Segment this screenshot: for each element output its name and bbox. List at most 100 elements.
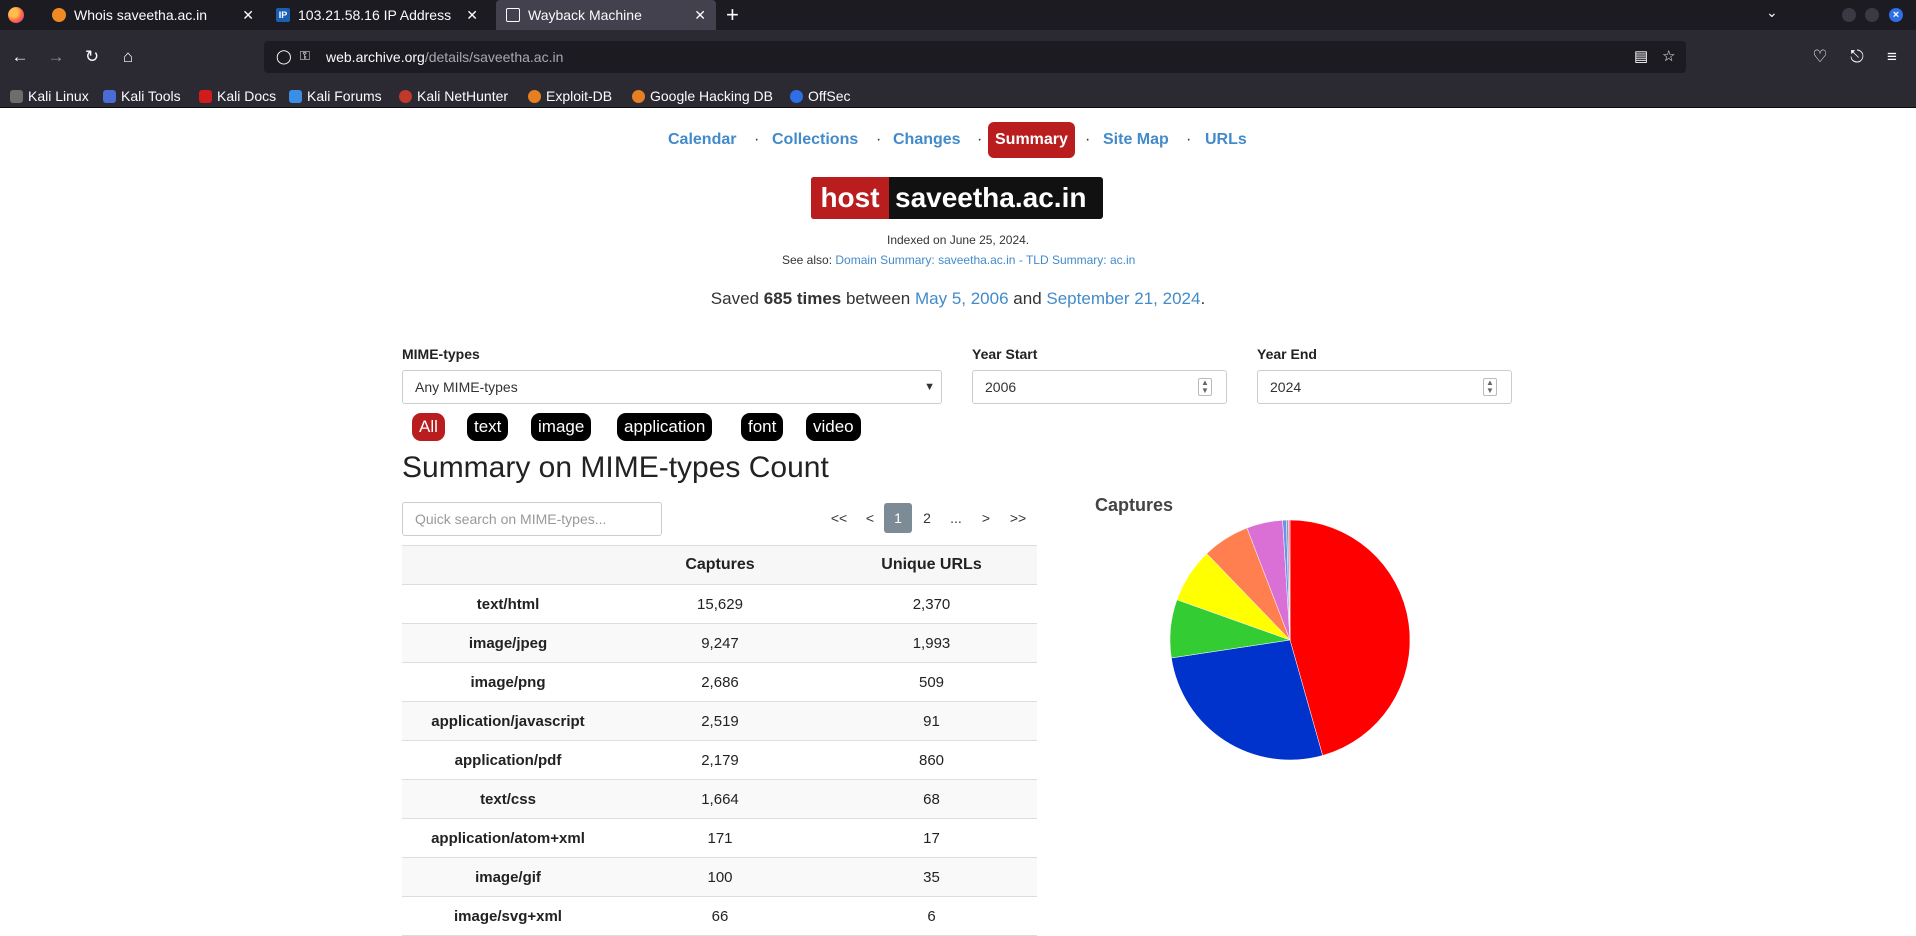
cell-unique-urls: 860	[826, 740, 1037, 780]
nav-site-map[interactable]: Site Map	[1103, 131, 1169, 149]
tab-whois[interactable]: Whois saveetha.ac.in ✕	[42, 0, 264, 30]
app-menu-icon[interactable]: ≡	[1880, 45, 1904, 69]
pocket-icon[interactable]: ♡	[1808, 45, 1832, 69]
home-icon[interactable]: ⌂	[116, 45, 140, 69]
lock-icon[interactable]: ⚿	[300, 48, 310, 64]
chip-all[interactable]: All	[412, 413, 445, 441]
tld-summary-link[interactable]: TLD Summary: ac.in	[1026, 253, 1135, 267]
bookmark-kali-linux[interactable]: Kali Linux	[10, 87, 89, 105]
pager-first[interactable]: <<	[826, 503, 852, 533]
column-header-unique-urls[interactable]: Unique URLs	[826, 545, 1037, 585]
year-start-input[interactable]: 2006 ▲ ▼	[972, 370, 1227, 404]
host-label: host	[811, 177, 889, 219]
year-end-input[interactable]: 2024 ▲ ▼	[1257, 370, 1512, 404]
list-all-tabs-icon[interactable]: ⌄	[1766, 4, 1778, 21]
cell-mime-type: application/atom+xml	[402, 818, 614, 858]
nav-urls[interactable]: URLs	[1205, 131, 1247, 149]
cell-mime-type: application/javascript	[402, 701, 614, 741]
back-arrow-icon[interactable]: ←	[8, 45, 32, 69]
bookmark-star-icon[interactable]: ☆	[1662, 47, 1675, 65]
indexed-date: Indexed on June 25, 2024.	[887, 233, 1030, 247]
year-start-label: Year Start	[972, 346, 1038, 362]
tab-close-icon[interactable]: ✕	[694, 0, 706, 30]
nav-calendar[interactable]: Calendar	[668, 131, 736, 149]
kali-tools-icon	[103, 90, 116, 103]
cell-captures: 2,519	[614, 701, 826, 741]
tab-close-icon[interactable]: ✕	[242, 0, 254, 30]
bookmark-offsec[interactable]: OffSec	[790, 87, 851, 105]
saved-between: between	[845, 289, 911, 308]
tab-ip-address[interactable]: IP 103.21.58.16 IP Address G ✕	[266, 0, 488, 30]
pager-next[interactable]: >	[976, 503, 996, 533]
bookmark-kali-nethunter[interactable]: Kali NetHunter	[399, 87, 508, 105]
bookmark-kali-forums[interactable]: Kali Forums	[289, 87, 382, 105]
tab-title: Wayback Machine	[528, 7, 642, 23]
offsec-icon	[790, 90, 803, 103]
reader-view-icon[interactable]: ▤	[1634, 47, 1648, 65]
nav-collections[interactable]: Collections	[772, 131, 858, 149]
maximize-window-icon[interactable]	[1865, 8, 1879, 22]
table-row: application/pdf 2,179 860	[402, 740, 1037, 780]
minimize-window-icon[interactable]	[1842, 8, 1856, 22]
close-window-icon[interactable]: ×	[1889, 8, 1903, 22]
last-capture-link[interactable]: September 21, 2024	[1046, 289, 1200, 308]
chip-video[interactable]: video	[806, 413, 861, 441]
firefox-menu-icon[interactable]	[8, 7, 24, 23]
pager-last[interactable]: >>	[1004, 503, 1032, 533]
forward-arrow-icon[interactable]: →	[44, 45, 68, 69]
chip-font[interactable]: font	[741, 413, 784, 441]
bookmark-label: OffSec	[808, 88, 851, 104]
cell-unique-urls: 35	[826, 857, 1037, 897]
cell-captures: 66	[614, 896, 826, 936]
cell-unique-urls: 509	[826, 662, 1037, 702]
tab-wayback-machine[interactable]: Wayback Machine ✕	[496, 0, 716, 30]
pager-prev[interactable]: <	[860, 503, 880, 533]
bookmark-exploit-db[interactable]: Exploit-DB	[528, 87, 612, 105]
domain-summary-link[interactable]: Domain Summary: saveetha.ac.in	[835, 253, 1015, 267]
column-header-captures[interactable]: Captures	[614, 545, 826, 585]
bookmark-kali-docs[interactable]: Kali Docs	[199, 87, 276, 105]
chip-image[interactable]: image	[531, 413, 592, 441]
cell-captures: 1,664	[614, 779, 826, 819]
tab-close-icon[interactable]: ✕	[466, 0, 478, 30]
summary-nav: Calendar · Collections · Changes · Summa…	[0, 122, 1916, 158]
new-tab-button[interactable]: +	[726, 2, 739, 28]
bookmark-label: Google Hacking DB	[650, 88, 773, 104]
table-row: image/jpeg 9,247 1,993	[402, 623, 1037, 663]
cell-captures: 100	[614, 857, 826, 897]
year-end-label: Year End	[1257, 346, 1317, 362]
extensions-icon[interactable]: ⎋	[1845, 45, 1869, 69]
column-header-type[interactable]	[402, 545, 614, 585]
tracking-protection-shield-icon[interactable]: ◯	[276, 48, 292, 65]
nav-changes[interactable]: Changes	[893, 131, 961, 149]
chip-application[interactable]: application	[617, 413, 713, 441]
url-text[interactable]: web.archive.org/details/saveetha.ac.in	[326, 49, 563, 65]
reload-icon[interactable]: ↻	[80, 45, 104, 69]
see-also-separator: -	[1018, 253, 1023, 267]
cell-unique-urls: 6	[826, 896, 1037, 936]
bookmark-label: Exploit-DB	[546, 88, 613, 104]
bookmark-google-hacking-db[interactable]: Google Hacking DB	[632, 87, 773, 105]
saved-end: .	[1200, 289, 1206, 308]
pager-page-2[interactable]: 2	[916, 503, 938, 533]
chip-text[interactable]: text	[467, 413, 509, 441]
address-bar[interactable]: ◯ ⚿ web.archive.org/details/saveetha.ac.…	[264, 41, 1686, 73]
nav-separator: ·	[1186, 131, 1192, 148]
bookmark-kali-tools[interactable]: Kali Tools	[103, 87, 181, 105]
first-capture-link[interactable]: May 5, 2006	[915, 289, 1009, 308]
table-row: image/svg+xml 66 6	[402, 896, 1037, 936]
saved-summary: Saved 685 times between May 5, 2006 and …	[0, 289, 1916, 309]
table-row: text/html 15,629 2,370	[402, 584, 1037, 624]
nav-separator: ·	[754, 131, 760, 148]
mime-search-input[interactable]: Quick search on MIME-types...	[402, 502, 662, 536]
nav-summary[interactable]: Summary	[988, 122, 1075, 158]
exploit-db-icon	[528, 90, 541, 103]
pager-page-1[interactable]: 1	[884, 503, 912, 533]
cell-mime-type: image/jpeg	[402, 623, 614, 663]
spinner-icon[interactable]: ▲ ▼	[1198, 378, 1212, 396]
table-row: application/atom+xml 171 17	[402, 818, 1037, 858]
kali-docs-icon	[199, 90, 212, 103]
spinner-icon[interactable]: ▲ ▼	[1483, 378, 1497, 396]
url-host: web.archive.org	[326, 49, 425, 65]
mime-types-select[interactable]: Any MIME-types ▼	[402, 370, 942, 404]
